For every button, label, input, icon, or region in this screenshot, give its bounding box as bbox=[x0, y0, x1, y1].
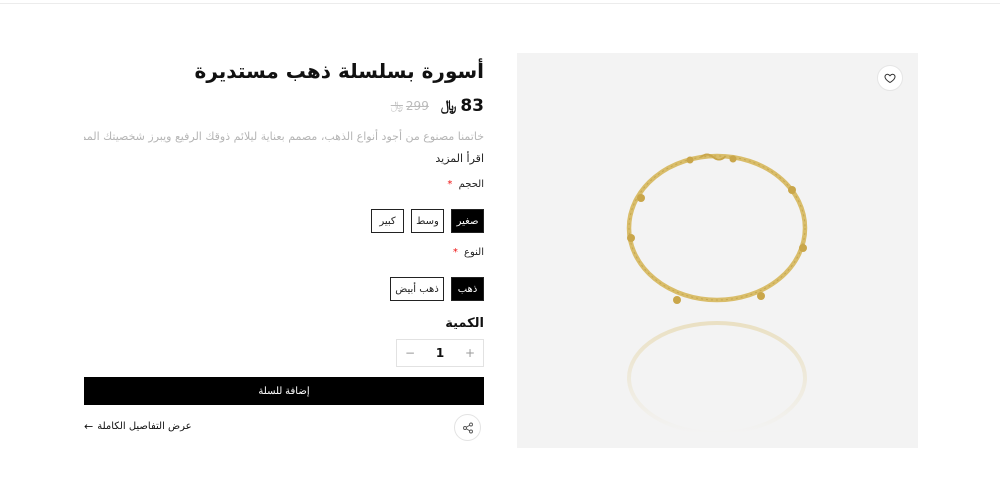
size-label: الحجم * bbox=[447, 179, 484, 190]
read-more-link[interactable]: اقرأ المزيد bbox=[435, 152, 484, 165]
type-label-text: النوع bbox=[464, 247, 484, 258]
required-mark: * bbox=[447, 179, 453, 190]
share-button[interactable] bbox=[454, 414, 481, 441]
full-details-label: عرض التفاصيل الكاملة bbox=[97, 421, 192, 432]
type-option-gold[interactable]: ذهب bbox=[451, 277, 484, 301]
old-price-value: 299 bbox=[405, 99, 429, 113]
wishlist-button[interactable] bbox=[877, 65, 903, 91]
current-price: 83 ﷼ bbox=[441, 96, 484, 116]
type-options: ذهب ذهب أبيض bbox=[390, 277, 484, 301]
product-description: خاتمنا مصنوع من أجود أنواع الذهب، مصمم ب… bbox=[84, 130, 484, 143]
type-option-white-gold[interactable]: ذهب أبيض bbox=[390, 277, 444, 301]
arrow-left-icon: ← bbox=[84, 420, 94, 433]
add-to-cart-button[interactable]: إضافة للسلة bbox=[84, 377, 484, 405]
product-image-panel bbox=[517, 53, 918, 448]
size-option-small[interactable]: صغير bbox=[451, 209, 484, 233]
price-row: 83 ﷼ 299 ﷼ bbox=[391, 96, 484, 116]
product-title: أسورة بسلسلة ذهب مستديرة bbox=[194, 59, 484, 83]
decrement-button[interactable]: − bbox=[403, 346, 417, 360]
share-icon bbox=[462, 422, 473, 433]
current-price-value: 83 bbox=[460, 96, 484, 116]
old-price: 299 ﷼ bbox=[391, 99, 429, 113]
full-details-link[interactable]: عرض التفاصيل الكاملة ← bbox=[84, 420, 192, 433]
size-option-large[interactable]: كبير bbox=[371, 209, 404, 233]
type-label: النوع * bbox=[453, 247, 484, 258]
required-mark: * bbox=[452, 247, 458, 258]
product-image bbox=[626, 153, 808, 435]
riyal-currency-icon: ﷼ bbox=[390, 99, 403, 112]
increment-button[interactable]: + bbox=[463, 346, 477, 360]
size-options: صغير وسط كبير bbox=[371, 209, 484, 233]
size-option-medium[interactable]: وسط bbox=[411, 209, 444, 233]
quantity-stepper: + 1 − bbox=[396, 339, 484, 367]
header-divider bbox=[0, 3, 1000, 4]
heart-icon bbox=[884, 73, 896, 84]
riyal-currency-icon: ﷼ bbox=[440, 98, 457, 114]
size-label-text: الحجم bbox=[458, 179, 484, 190]
quantity-value[interactable]: 1 bbox=[436, 346, 444, 360]
quantity-label: الكمية bbox=[445, 316, 484, 331]
